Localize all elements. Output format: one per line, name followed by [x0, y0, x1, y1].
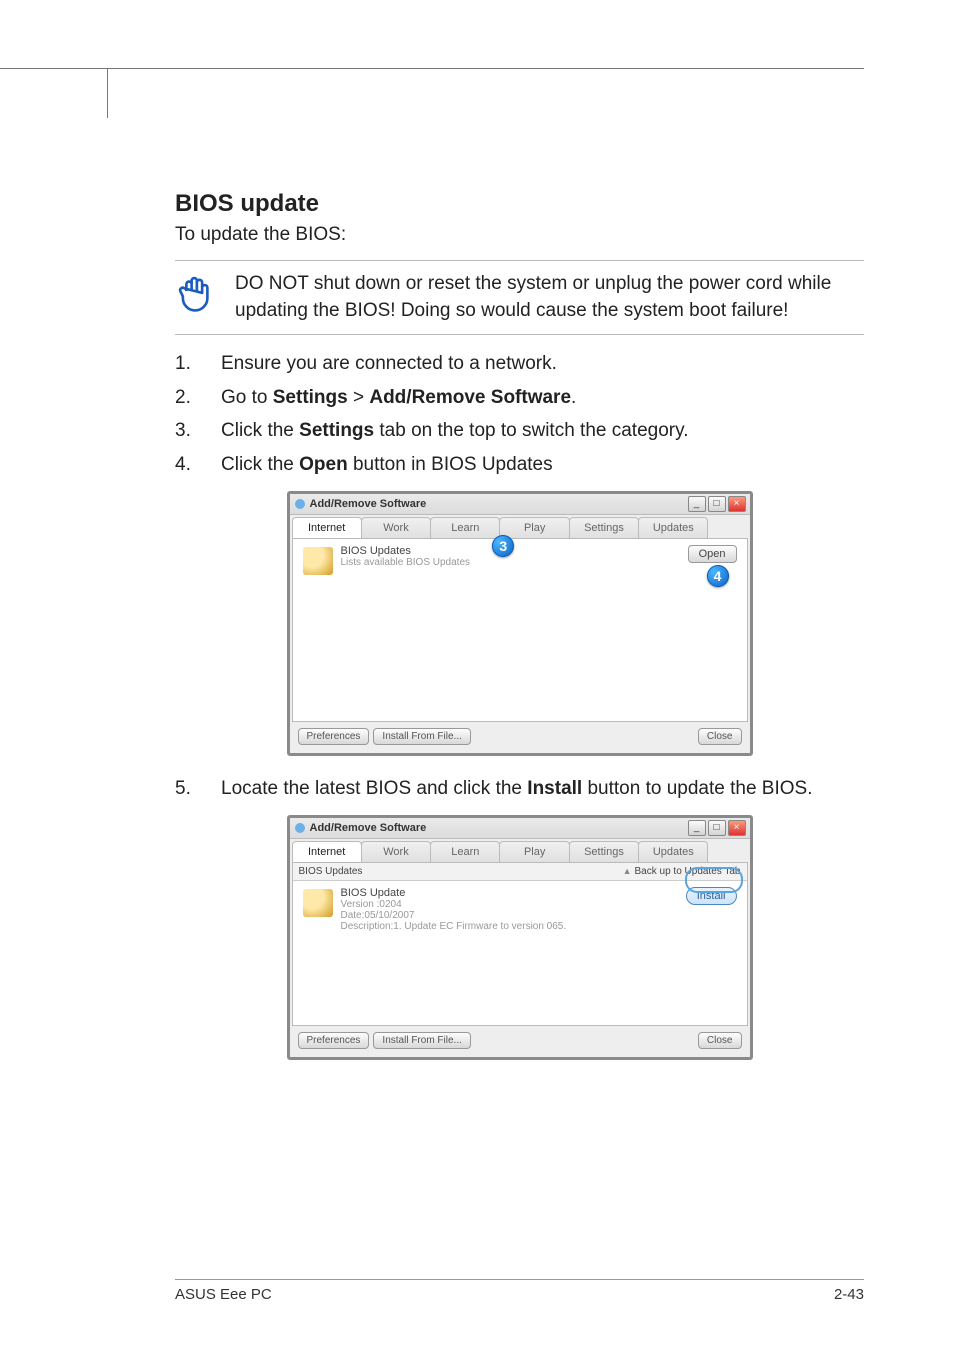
- list-item: BIOS Updates Lists available BIOS Update…: [303, 545, 737, 575]
- window-titlebar: Add/Remove Software _ □ ×: [290, 494, 750, 515]
- tab-internet[interactable]: Internet: [292, 841, 362, 862]
- window-titlebar: Add/Remove Software _ □ ×: [290, 818, 750, 839]
- step-text-1: Ensure you are connected to a network.: [221, 349, 864, 378]
- step-num-2: 2.: [175, 383, 197, 412]
- hand-stop-icon: [175, 271, 217, 313]
- close-button[interactable]: ×: [728, 496, 746, 512]
- step-text-4: Click the Open button in BIOS Updates: [221, 450, 864, 479]
- screenshot-2: Add/Remove Software _ □ × Internet Work …: [287, 815, 753, 1060]
- close-panel-button[interactable]: Close: [698, 1032, 742, 1049]
- close-button[interactable]: ×: [728, 820, 746, 836]
- tab-internet[interactable]: Internet: [292, 517, 362, 538]
- tab-play[interactable]: Play: [499, 517, 569, 538]
- item-title: BIOS Updates: [341, 545, 471, 557]
- item-version: Version :0204: [341, 899, 567, 910]
- section-title: BIOS update: [175, 190, 864, 218]
- warning-text: DO NOT shut down or reset the system or …: [235, 271, 864, 324]
- step-text-5: Locate the latest BIOS and click the Ins…: [221, 774, 864, 803]
- subbar-left: BIOS Updates: [299, 866, 363, 877]
- close-panel-button[interactable]: Close: [698, 728, 742, 745]
- maximize-button[interactable]: □: [708, 820, 726, 836]
- warning-box: DO NOT shut down or reset the system or …: [175, 260, 864, 335]
- item-date: Date:05/10/2007: [341, 910, 567, 921]
- step-text-3: Click the Settings tab on the top to swi…: [221, 416, 864, 445]
- tab-work[interactable]: Work: [361, 517, 431, 538]
- sub-bar: BIOS Updates Back up to Updates Tab: [293, 863, 747, 881]
- step-num-3: 3.: [175, 416, 197, 445]
- item-title: BIOS Update: [341, 887, 567, 899]
- app-icon: [294, 822, 306, 834]
- app-icon: [294, 498, 306, 510]
- item-desc: Description:1. Update EC Firmware to ver…: [341, 921, 567, 932]
- item-desc: Lists available BIOS Updates: [341, 557, 471, 568]
- callout-4: 4: [707, 565, 729, 587]
- footer-right: 2-43: [834, 1286, 864, 1303]
- tab-work[interactable]: Work: [361, 841, 431, 862]
- step-num-5: 5.: [175, 774, 197, 803]
- tab-updates[interactable]: Updates: [638, 517, 708, 538]
- install-from-file-button[interactable]: Install From File...: [373, 728, 470, 745]
- tab-play[interactable]: Play: [499, 841, 569, 862]
- minimize-button[interactable]: _: [688, 496, 706, 512]
- minimize-button[interactable]: _: [688, 820, 706, 836]
- tab-row: Internet Work Learn Play Settings Update…: [290, 515, 750, 538]
- maximize-button[interactable]: □: [708, 496, 726, 512]
- tab-updates[interactable]: Updates: [638, 841, 708, 862]
- step-text-2: Go to Settings > Add/Remove Software.: [221, 383, 864, 412]
- package-icon: [303, 547, 333, 575]
- footer-left: ASUS Eee PC: [175, 1286, 272, 1303]
- tab-row: Internet Work Learn Play Settings Update…: [290, 839, 750, 862]
- content-panel: BIOS Updates Lists available BIOS Update…: [292, 538, 748, 722]
- bottom-bar: Preferences Install From File... Close: [292, 1026, 748, 1055]
- tab-learn[interactable]: Learn: [430, 841, 500, 862]
- intro-text: To update the BIOS:: [175, 224, 864, 246]
- content-panel: BIOS Updates Back up to Updates Tab BIOS…: [292, 862, 748, 1026]
- open-button[interactable]: Open: [688, 545, 737, 563]
- step-num-1: 1.: [175, 349, 197, 378]
- package-icon: [303, 889, 333, 917]
- preferences-button[interactable]: Preferences: [298, 1032, 370, 1049]
- list-item: BIOS Update Version :0204 Date:05/10/200…: [303, 887, 737, 932]
- preferences-button[interactable]: Preferences: [298, 728, 370, 745]
- install-from-file-button[interactable]: Install From File...: [373, 1032, 470, 1049]
- bottom-bar: Preferences Install From File... Close: [292, 722, 748, 751]
- install-button[interactable]: Install: [686, 887, 737, 905]
- step-num-4: 4.: [175, 450, 197, 479]
- back-to-updates-link[interactable]: Back up to Updates Tab: [623, 866, 741, 877]
- window-title: Add/Remove Software: [310, 822, 688, 834]
- tab-settings[interactable]: Settings: [569, 841, 639, 862]
- window-title: Add/Remove Software: [310, 498, 688, 510]
- screenshot-1: Add/Remove Software _ □ × Internet Work …: [287, 491, 753, 756]
- tab-settings[interactable]: Settings: [569, 517, 639, 538]
- tab-learn[interactable]: Learn: [430, 517, 500, 538]
